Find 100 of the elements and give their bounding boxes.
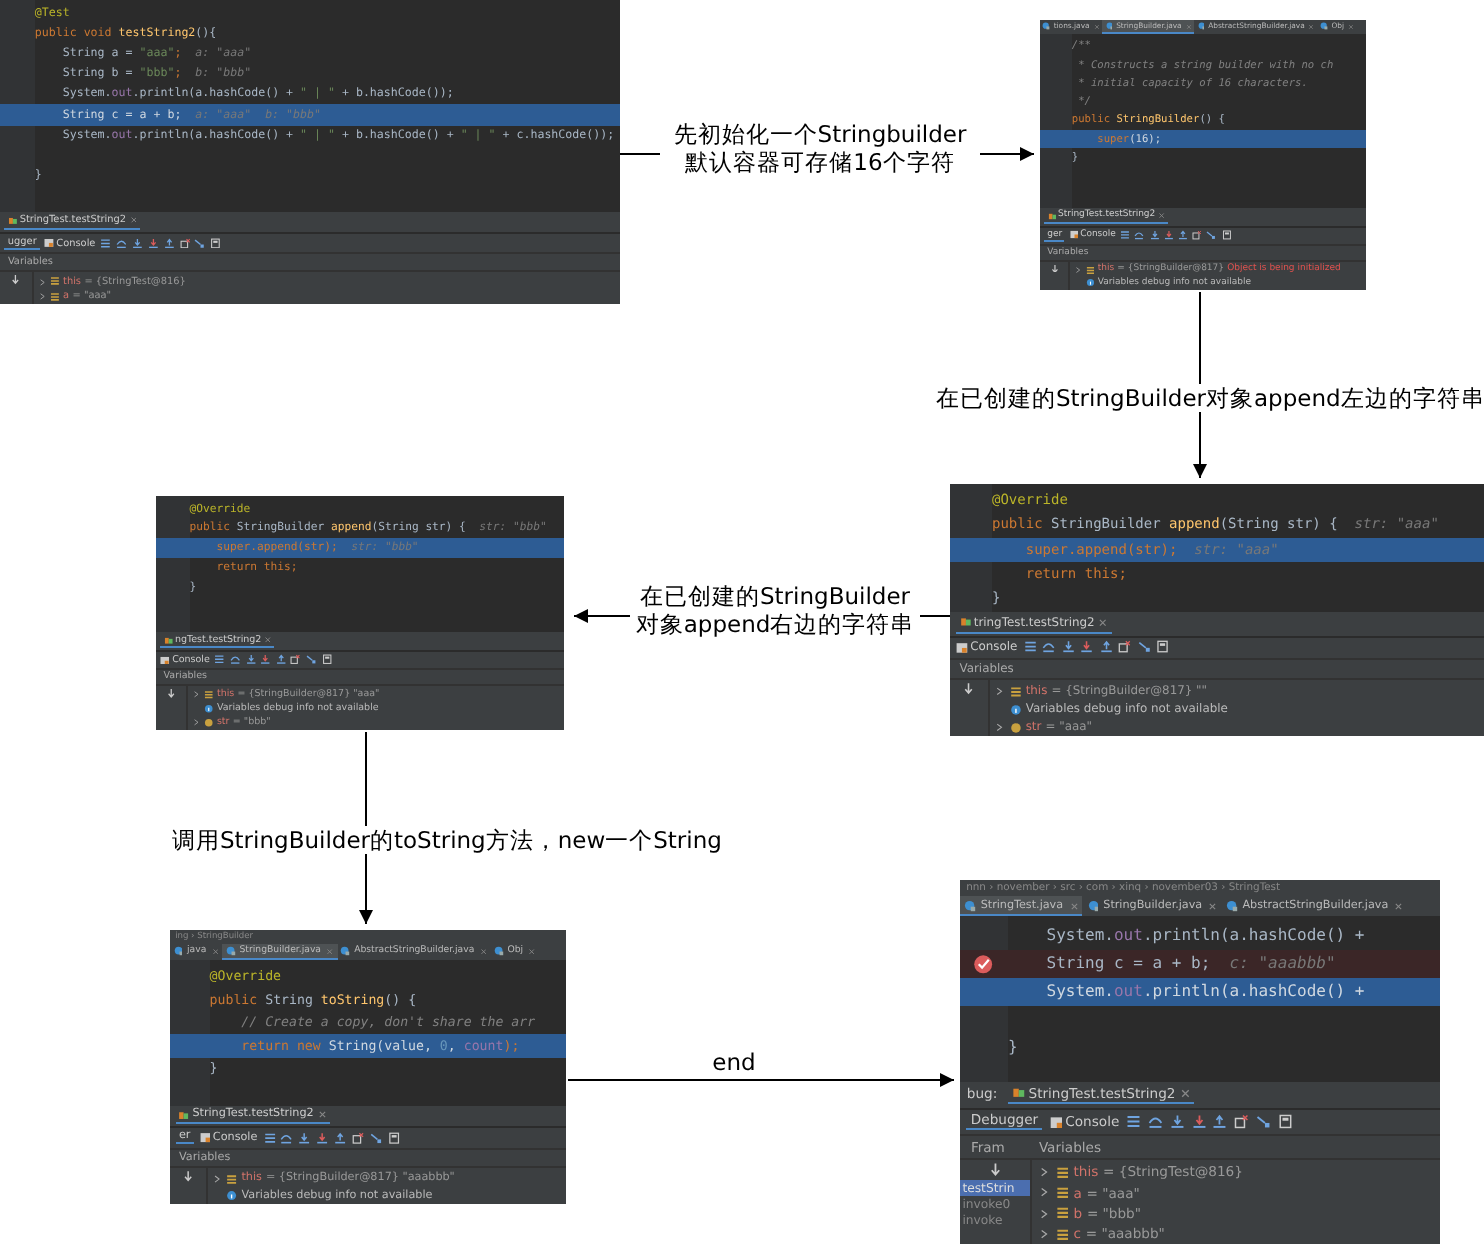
close-icon[interactable] [264, 636, 272, 645]
close-icon[interactable] [528, 947, 536, 955]
step-out-icon[interactable] [1099, 640, 1113, 654]
cursor-icon[interactable] [305, 654, 317, 666]
class-file-icon [1197, 22, 1205, 30]
close-icon[interactable] [1208, 901, 1218, 910]
calculator-icon[interactable] [321, 654, 332, 666]
run-config-icon [178, 1109, 191, 1121]
cursor-icon[interactable] [1256, 1114, 1272, 1130]
down-arrow-icon[interactable] [987, 1162, 1003, 1178]
force-step-into-icon[interactable] [260, 654, 271, 666]
class-file-icon [226, 946, 236, 956]
console-icon [160, 655, 171, 665]
down-arrow-icon[interactable] [1049, 263, 1060, 273]
close-icon[interactable] [1348, 23, 1354, 30]
info-icon [1085, 278, 1095, 288]
close-icon[interactable] [479, 947, 487, 955]
drop-frame-icon[interactable] [290, 654, 302, 666]
breakpoint-icon[interactable] [972, 952, 996, 975]
down-arrow-icon[interactable] [10, 274, 22, 286]
close-icon[interactable] [129, 216, 137, 225]
console-icon [44, 238, 55, 248]
cursor-icon[interactable] [1137, 640, 1151, 654]
menu-icon[interactable] [214, 654, 226, 666]
calculator-icon[interactable] [210, 237, 222, 249]
field-icon [1009, 685, 1022, 698]
class-file-icon [173, 946, 183, 956]
down-arrow-icon[interactable] [181, 1170, 195, 1183]
field-icon [49, 276, 60, 287]
close-icon[interactable] [1308, 23, 1315, 30]
drop-frame-icon[interactable] [1192, 230, 1203, 241]
step-out-icon[interactable] [275, 654, 286, 666]
cursor-icon[interactable] [194, 237, 206, 249]
close-icon[interactable] [317, 1110, 326, 1120]
force-step-into-icon[interactable] [147, 237, 159, 249]
calculator-icon[interactable] [1156, 640, 1170, 654]
class-file-icon [1320, 22, 1329, 30]
step-into-icon[interactable] [245, 654, 256, 666]
close-icon[interactable] [1157, 211, 1166, 220]
arrow-label: 在已创建的StringBuilder 对象append右边的字符串 [630, 582, 920, 638]
menu-icon[interactable] [1120, 230, 1131, 241]
close-icon[interactable] [1098, 618, 1108, 628]
step-out-icon[interactable] [163, 237, 175, 249]
calculator-icon[interactable] [388, 1131, 401, 1145]
force-step-into-icon[interactable] [1163, 230, 1174, 241]
down-arrow-icon[interactable] [165, 687, 177, 698]
cursor-icon[interactable] [1206, 230, 1217, 241]
close-icon[interactable] [1093, 23, 1100, 30]
calculator-icon[interactable] [1221, 230, 1232, 241]
force-step-into-icon[interactable] [1080, 640, 1094, 654]
calculator-icon[interactable] [1278, 1114, 1294, 1130]
step-into-icon[interactable] [131, 237, 143, 249]
run-config-icon [959, 616, 972, 629]
step-into-icon[interactable] [1169, 1114, 1185, 1130]
force-step-into-icon[interactable] [316, 1131, 330, 1145]
close-icon[interactable] [1179, 1088, 1191, 1099]
field-icon [1055, 1186, 1069, 1200]
drop-frame-icon[interactable] [1118, 640, 1132, 654]
arrow-label: 在已创建的StringBuilder对象append左边的字符串 [936, 384, 1476, 412]
menu-icon[interactable] [100, 237, 112, 249]
expand-chevron-icon[interactable] [212, 1173, 223, 1184]
menu-icon[interactable] [1023, 640, 1037, 654]
drop-frame-icon[interactable] [179, 237, 190, 249]
step-over-icon[interactable] [1147, 1114, 1163, 1130]
class-file-icon [340, 946, 351, 956]
run-config-icon [163, 635, 174, 646]
expand-chevron-icon[interactable] [994, 686, 1006, 697]
cursor-icon[interactable] [370, 1131, 383, 1145]
step-over-icon[interactable] [116, 237, 127, 249]
step-out-icon[interactable] [1212, 1114, 1228, 1130]
step-over-icon[interactable] [280, 1131, 294, 1145]
step-into-icon[interactable] [1149, 230, 1160, 241]
close-icon[interactable] [1394, 901, 1404, 910]
force-step-into-icon[interactable] [1191, 1114, 1207, 1130]
down-arrow-icon[interactable] [962, 682, 976, 696]
class-file-icon [964, 899, 976, 912]
close-icon[interactable] [211, 947, 219, 955]
step-over-icon[interactable] [1134, 230, 1145, 241]
step-into-icon[interactable] [1061, 640, 1075, 654]
step-out-icon[interactable] [334, 1131, 347, 1145]
code-line: System.out.println(a.hashCode() + [1044, 924, 1367, 949]
menu-icon[interactable] [1126, 1114, 1141, 1130]
info-icon [204, 703, 214, 714]
info-icon [1009, 703, 1022, 716]
expand-chevron-icon[interactable] [192, 690, 201, 699]
drop-frame-icon[interactable] [352, 1131, 365, 1145]
close-icon[interactable] [1069, 901, 1079, 910]
step-into-icon[interactable] [298, 1131, 312, 1145]
drop-frame-icon[interactable] [1234, 1114, 1250, 1130]
menu-icon[interactable] [263, 1131, 276, 1145]
step-out-icon[interactable] [1178, 230, 1188, 241]
step-over-icon[interactable] [1042, 640, 1056, 654]
expand-chevron-icon[interactable] [994, 721, 1006, 733]
step-over-icon[interactable] [229, 654, 241, 666]
arrow-label: 先初始化一个Stringbuilder 默认容器可存储16个字符 [660, 120, 980, 176]
field-icon [226, 1173, 238, 1185]
class-file-icon [1226, 899, 1238, 912]
expand-chevron-icon[interactable] [192, 718, 201, 728]
expand-chevron-icon[interactable] [1074, 265, 1083, 274]
console-icon [1069, 230, 1079, 240]
